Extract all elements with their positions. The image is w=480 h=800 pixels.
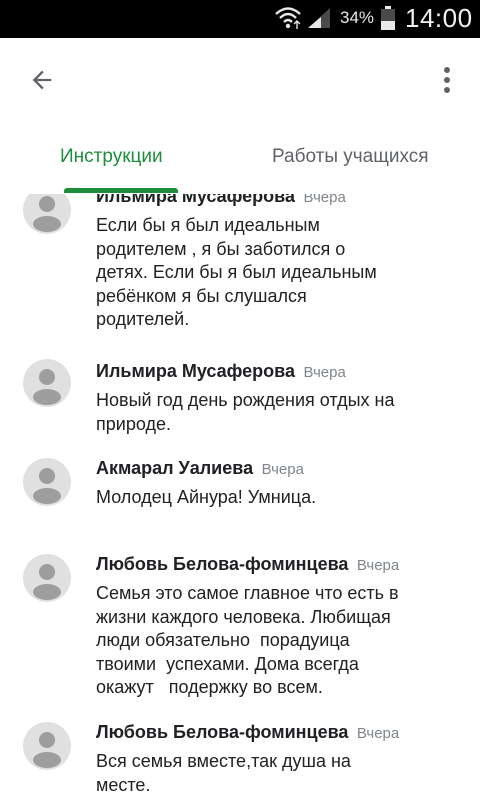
battery-percent: 34% — [340, 8, 375, 27]
tab-instructions[interactable]: Инструкции — [60, 146, 163, 168]
app-bar — [0, 38, 480, 118]
comment-author: Любовь Белова-фоминцева — [96, 722, 349, 742]
person-icon — [33, 732, 61, 768]
comment-time: Вчера — [303, 194, 346, 206]
person-icon — [33, 564, 61, 600]
avatar[interactable] — [23, 458, 71, 506]
comment-list[interactable]: Ильмира Мусаферова Вчера Если бы я был и… — [0, 194, 480, 800]
tab-bar: Инструкции Работы учащихся — [0, 118, 480, 194]
comment-time: Вчера — [356, 557, 400, 574]
comment-time: Вчера — [356, 725, 400, 742]
comment-author: Ильмира Мусаферова — [96, 361, 295, 381]
tab-indicator — [64, 188, 178, 193]
comment-header: Любовь Белова-фоминцева Вчера — [96, 554, 399, 575]
comment-text: Вся семья вместе,так душа на месте. — [96, 751, 351, 795]
comment-text: Семья это самое главное что есть в жизни… — [96, 583, 399, 697]
tab-student-work[interactable]: Работы учащихся — [272, 146, 429, 168]
comment-author: Акмарал Уалиева — [96, 458, 254, 478]
comment-text: Молодец Айнура! Умница. — [96, 487, 317, 507]
clock: 14:00 — [405, 3, 473, 33]
more-options-button[interactable] — [430, 58, 464, 102]
back-button[interactable] — [18, 60, 66, 100]
person-icon — [33, 468, 61, 504]
comment-item: Ильмира Мусаферова Вчера Новый год день … — [0, 359, 480, 444]
avatar[interactable] — [23, 554, 71, 602]
avatar[interactable] — [23, 194, 71, 234]
comment-header: Ильмира Мусаферова Вчера — [96, 194, 346, 207]
comment-time: Вчера — [303, 364, 346, 381]
comment-time: Вчера — [261, 461, 304, 478]
person-icon — [33, 196, 61, 232]
arrow-back-icon — [32, 70, 52, 90]
avatar[interactable] — [23, 359, 71, 407]
comment-author: Ильмира Мусаферова — [96, 194, 295, 206]
wifi-icon — [275, 7, 301, 29]
comment-header: Любовь Белова-фоминцева Вчера — [96, 722, 399, 743]
person-icon — [33, 369, 61, 405]
comment-header: Акмарал Уалиева Вчера — [96, 458, 304, 479]
comment-author: Любовь Белова-фоминцева — [96, 554, 349, 574]
comment-item: Любовь Белова-фоминцева Вчера Вся семья … — [0, 722, 480, 800]
comment-item: Акмарал Уалиева Вчера Молодец Айнура! Ум… — [0, 458, 480, 528]
comment-text: Если бы я был идеальным родителем , я бы… — [96, 215, 377, 329]
signal-icon — [308, 8, 330, 28]
avatar[interactable] — [23, 722, 71, 770]
more-vert-icon — [444, 67, 450, 93]
comment-item: Ильмира Мусаферова Вчера Если бы я был и… — [0, 194, 480, 346]
comment-item: Любовь Белова-фоминцева Вчера Семья это … — [0, 554, 480, 704]
battery-icon — [381, 6, 395, 30]
comment-header: Ильмира Мусаферова Вчера — [96, 361, 346, 382]
status-bar: 34% 14:00 — [0, 0, 480, 38]
comment-text: Новый год день рождения отдых на природе… — [96, 390, 395, 434]
